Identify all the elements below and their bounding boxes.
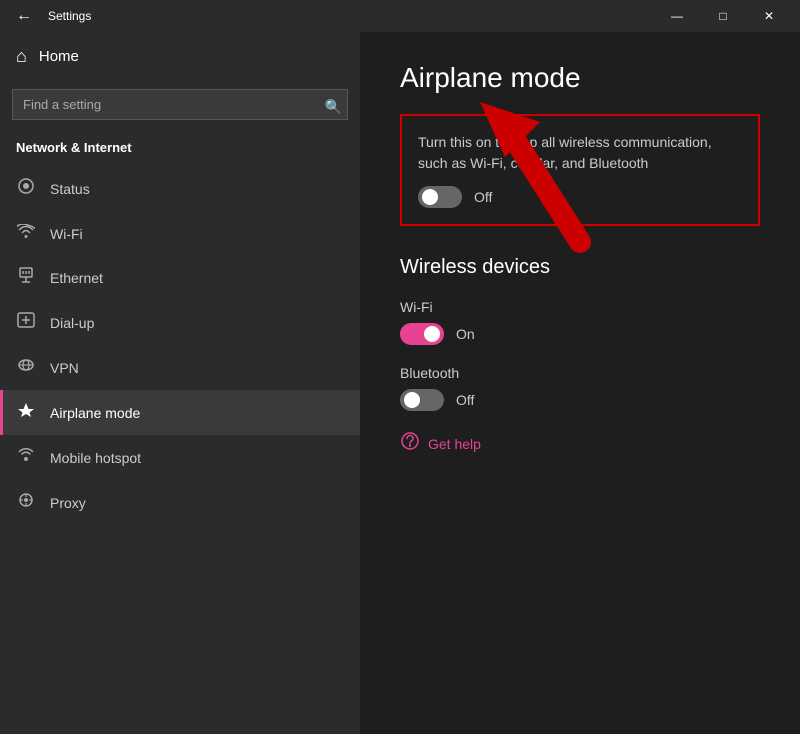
content-area: Airplane mode Turn this on to stop all w… <box>360 32 800 734</box>
status-label: Status <box>50 181 90 197</box>
sidebar-item-home[interactable]: ⌂ Home <box>0 32 360 81</box>
proxy-icon <box>16 492 36 513</box>
back-button[interactable]: ← <box>8 3 40 29</box>
wifi-toggle-thumb <box>424 326 440 342</box>
wifi-toggle-row: On <box>400 323 760 345</box>
close-icon: ✕ <box>764 9 774 23</box>
wifi-toggle-label: On <box>456 326 475 342</box>
airplane-toggle-label: Off <box>474 189 492 205</box>
sidebar-item-ethernet[interactable]: Ethernet <box>0 255 360 300</box>
airplane-mode-card: Turn this on to stop all wireless commun… <box>400 114 760 226</box>
wifi-toggle[interactable] <box>400 323 444 345</box>
bluetooth-toggle-row: Off <box>400 389 760 411</box>
airplane-label: Airplane mode <box>50 405 140 421</box>
sidebar-item-airplane[interactable]: Airplane mode <box>0 390 360 435</box>
airplane-toggle[interactable] <box>418 186 462 208</box>
search-container: 🔍 <box>0 81 360 132</box>
bluetooth-item-label: Bluetooth <box>400 365 760 381</box>
search-input[interactable] <box>12 89 348 120</box>
ethernet-label: Ethernet <box>50 270 103 286</box>
search-icon: 🔍 <box>325 98 342 114</box>
titlebar: ← Settings — □ ✕ <box>0 0 800 32</box>
status-icon <box>16 177 36 200</box>
get-help-link[interactable]: Get help <box>400 431 760 456</box>
wifi-item-label: Wi-Fi <box>400 299 760 315</box>
category-label: Network & Internet <box>0 132 360 165</box>
bluetooth-toggle-label: Off <box>456 392 474 408</box>
maximize-button[interactable]: □ <box>700 0 746 32</box>
airplane-icon <box>16 402 36 423</box>
dialup-icon <box>16 312 36 333</box>
titlebar-title: Settings <box>48 9 91 23</box>
app-container: ⌂ Home 🔍 Network & Internet Status <box>0 32 800 734</box>
wireless-section-title: Wireless devices <box>400 256 760 279</box>
wifi-label: Wi-Fi <box>50 226 83 242</box>
home-icon: ⌂ <box>16 46 27 67</box>
vpn-label: VPN <box>50 360 79 376</box>
dialup-label: Dial-up <box>50 315 94 331</box>
airplane-toggle-thumb <box>422 189 438 205</box>
ethernet-icon <box>16 267 36 288</box>
bluetooth-toggle-thumb <box>404 392 420 408</box>
bluetooth-item: Bluetooth Off <box>400 365 760 411</box>
wifi-item: Wi-Fi On <box>400 299 760 345</box>
bluetooth-toggle[interactable] <box>400 389 444 411</box>
sidebar-item-vpn[interactable]: VPN <box>0 345 360 390</box>
hotspot-label: Mobile hotspot <box>50 450 141 466</box>
sidebar-item-hotspot[interactable]: Mobile hotspot <box>0 435 360 480</box>
back-icon: ← <box>16 7 32 24</box>
sidebar-item-status[interactable]: Status <box>0 165 360 212</box>
minimize-icon: — <box>671 9 683 23</box>
sidebar: ⌂ Home 🔍 Network & Internet Status <box>0 32 360 734</box>
page-title: Airplane mode <box>400 62 760 94</box>
airplane-description: Turn this on to stop all wireless commun… <box>418 132 742 174</box>
airplane-toggle-row: Off <box>418 186 742 208</box>
hotspot-icon <box>16 447 36 468</box>
search-button[interactable]: 🔍 <box>325 98 342 115</box>
maximize-icon: □ <box>719 9 726 23</box>
close-button[interactable]: ✕ <box>746 0 792 32</box>
sidebar-item-proxy[interactable]: Proxy <box>0 480 360 525</box>
sidebar-home-label: Home <box>39 48 79 65</box>
titlebar-left: ← Settings <box>8 3 91 29</box>
titlebar-controls: — □ ✕ <box>654 0 792 32</box>
vpn-icon <box>16 357 36 378</box>
get-help-icon <box>400 431 420 456</box>
sidebar-item-dialup[interactable]: Dial-up <box>0 300 360 345</box>
wifi-icon <box>16 224 36 243</box>
proxy-label: Proxy <box>50 495 86 511</box>
get-help-label: Get help <box>428 436 481 452</box>
sidebar-item-wifi[interactable]: Wi-Fi <box>0 212 360 255</box>
minimize-button[interactable]: — <box>654 0 700 32</box>
